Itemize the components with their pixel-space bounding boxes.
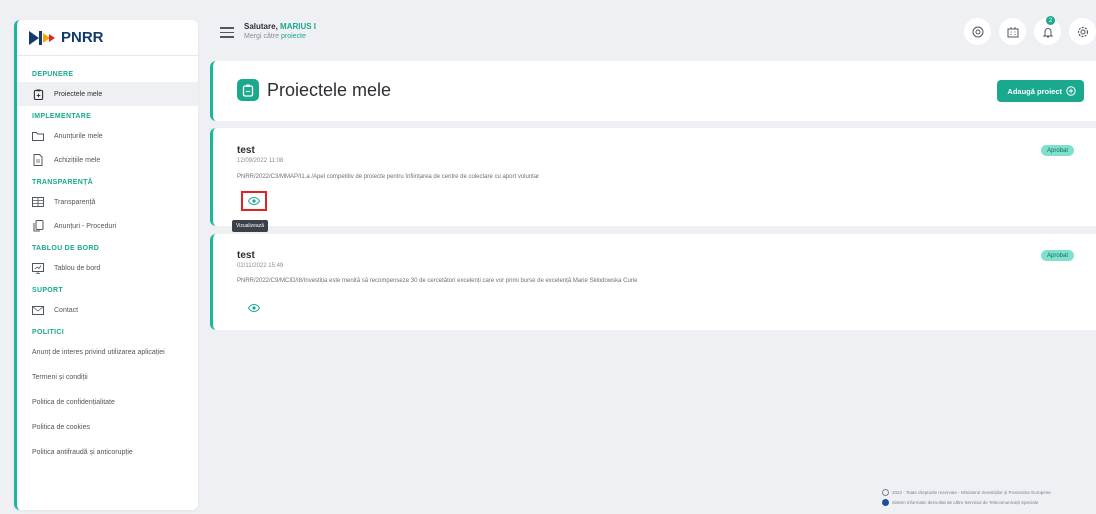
project-card: test 12/09/2022 11:08 PNRR/2022/C3/MMAP/…	[210, 128, 1096, 232]
page-header: Proiectele mele Adaugă proiect	[210, 61, 1096, 121]
brand-name: PNRR	[61, 29, 104, 46]
document-icon	[32, 154, 44, 166]
logo[interactable]: PNRR	[17, 20, 198, 56]
sidebar-item-label: Proiectele mele	[54, 90, 103, 98]
page-title: Proiectele mele	[267, 79, 392, 100]
project-card: test 02/11/2022 15:49 PNRR/2022/C9/MCID/…	[210, 234, 1096, 330]
sidebar-item-label: Anunțuri - Proceduri	[54, 222, 117, 230]
section-title-depunere: DEPUNERE	[32, 71, 74, 78]
section-title-politici: POLITICI	[32, 329, 64, 336]
project-date: 02/11/2022 15:49	[237, 263, 284, 269]
table-icon	[32, 196, 44, 208]
sidebar-item-label: Transparență	[54, 198, 96, 206]
sts-logo-icon	[882, 499, 889, 506]
building-icon	[1007, 26, 1018, 37]
copy-icon	[32, 220, 44, 232]
clipboard-icon	[32, 88, 44, 100]
sidebar-item-transparenta[interactable]: Transparență	[17, 190, 198, 214]
sidebar-nav: DEPUNERE Proiectele mele IMPLEMENTARE An…	[17, 56, 198, 465]
project-date: 12/09/2022 11:08	[237, 158, 284, 164]
view-project-button[interactable]	[241, 191, 267, 211]
goto-projects-link[interactable]: proiecte	[281, 33, 306, 40]
settings-button[interactable]	[1069, 18, 1096, 45]
project-description: PNRR/2022/C9/MCID/I8/Investiția este men…	[237, 278, 638, 284]
plus-circle-icon	[1066, 86, 1076, 96]
project-description: PNRR/2022/C3/MMAP/I1.a /Apel competitiv …	[237, 174, 540, 180]
policy-link-confidentialitate[interactable]: Politica de confidențialitate	[17, 390, 198, 415]
mail-icon	[32, 304, 44, 316]
greeting: Salutare, MARIUS I Mergi către proiecte	[244, 22, 316, 40]
system-text: Sistem informatic dezvoltat de către Ser…	[892, 500, 1039, 505]
project-name: test	[237, 145, 255, 156]
project-name: test	[237, 250, 255, 261]
policy-link-termeni[interactable]: Termeni și condiții	[17, 365, 198, 390]
sidebar-item-anunturile-mele[interactable]: Anunțurile mele	[17, 124, 198, 148]
greeting-prefix: Salutare,	[244, 22, 278, 31]
sidebar-item-tablou-de-bord[interactable]: Tablou de bord	[17, 256, 198, 280]
folder-icon	[32, 130, 44, 142]
view-project-button[interactable]	[241, 298, 267, 318]
help-icon	[972, 26, 983, 37]
sidebar-item-label: Tablou de bord	[54, 264, 101, 272]
eye-icon	[248, 304, 260, 312]
section-title-tablou-de-bord: TABLOU DE BORD	[32, 245, 100, 252]
sidebar-item-achizitiile-mele[interactable]: Achizițiile mele	[17, 148, 198, 172]
sidebar-item-label: Anunțurile mele	[54, 132, 103, 140]
status-badge: Aprobat	[1040, 145, 1074, 156]
sidebar-item-contact[interactable]: Contact	[17, 298, 198, 322]
top-bar: Salutare, MARIUS I Mergi către proiecte …	[210, 16, 1096, 52]
organization-button[interactable]	[999, 18, 1026, 45]
help-button[interactable]	[964, 18, 991, 45]
footer: 2022 - Toate drepturile rezervate - Mini…	[882, 489, 1096, 509]
sidebar-item-anunturi-proceduri[interactable]: Anunțuri - Proceduri	[17, 214, 198, 238]
sidebar: PNRR DEPUNERE Proiectele mele IMPLEMENTA…	[14, 20, 198, 510]
clipboard-icon	[237, 79, 259, 101]
section-title-implementare: IMPLEMENTARE	[32, 113, 92, 120]
eye-icon	[248, 197, 260, 205]
user-name: MARIUS I	[280, 22, 317, 31]
dashboard-icon	[32, 262, 44, 274]
hamburger-icon	[220, 27, 234, 29]
sidebar-item-label: Contact	[54, 306, 79, 314]
sidebar-item-proiectele-mele[interactable]: Proiectele mele	[17, 82, 198, 106]
section-title-suport: SUPORT	[32, 287, 63, 294]
bell-icon	[1042, 27, 1053, 37]
add-project-label: Adaugă proiect	[1007, 86, 1062, 96]
policy-link-antifrauda[interactable]: Politica antifraudă și anticorupție	[17, 440, 198, 465]
menu-toggle-button[interactable]	[220, 27, 234, 39]
status-badge: Aprobat	[1040, 250, 1074, 261]
top-icons: 2	[964, 16, 1096, 45]
goto-prefix: Mergi către	[244, 33, 280, 40]
notification-badge: 2	[1046, 16, 1055, 25]
sidebar-item-label: Achizițiile mele	[54, 156, 101, 164]
copyright-icon	[882, 489, 889, 496]
pnrr-logo-icon	[29, 30, 55, 45]
copyright-text: 2022 - Toate drepturile rezervate - Mini…	[892, 490, 1051, 495]
notifications-button[interactable]: 2	[1034, 16, 1061, 45]
add-project-button[interactable]: Adaugă proiect	[997, 80, 1084, 102]
view-tooltip: Vizualizează	[232, 220, 268, 232]
policy-link-cookies[interactable]: Politica de cookies	[17, 415, 198, 440]
policy-link-anunt-interes[interactable]: Anunț de interes privind utilizarea apli…	[17, 340, 198, 365]
section-title-transparenta: TRANSPARENȚĂ	[32, 179, 94, 186]
gear-icon	[1077, 26, 1088, 37]
